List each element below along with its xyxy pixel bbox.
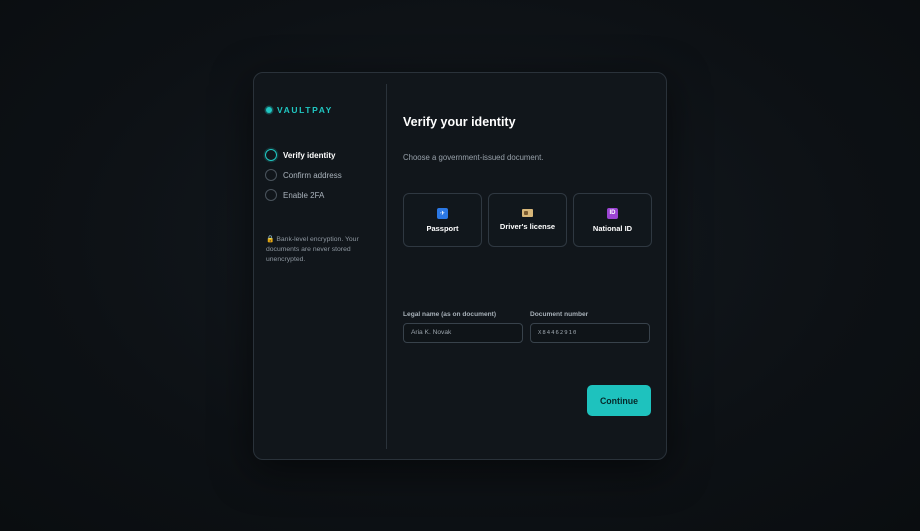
brand-dot-icon [266,107,272,113]
document-label: National ID [592,223,633,233]
document-option-national-id[interactable]: ID National ID [573,193,652,247]
id-card-icon [522,209,533,217]
sidebar: VAULTPAY Verify identity Confirm address… [254,73,387,459]
verification-card: VAULTPAY Verify identity Confirm address… [253,72,667,460]
continue-button[interactable]: Continue [587,385,651,416]
document-number-field-group: Document number [530,311,650,343]
step-list: Verify identity Confirm address Enable 2… [265,148,342,208]
page-subtitle: Choose a government-issued document. [403,153,544,162]
sidebar-divider [386,84,387,449]
document-number-label: Document number [530,311,589,318]
brand-name: VAULTPAY [277,105,333,115]
document-number-input[interactable] [530,323,650,343]
legal-name-field-group: Legal name (as on document) [403,311,523,343]
step-verify-identity[interactable]: Verify identity [265,148,342,162]
document-options: ✈ Passport Driver's license ID National … [403,193,652,247]
main-panel: Verify your identity Choose a government… [403,73,666,459]
document-label: Passport [426,223,459,233]
step-label: Enable 2FA [283,190,325,200]
document-label: Driver's license [499,222,556,231]
passport-icon: ✈ [437,207,448,219]
step-confirm-address[interactable]: Confirm address [265,168,342,182]
step-ring-icon [265,189,277,201]
step-enable-2fa[interactable]: Enable 2FA [265,188,342,202]
brand-logo: VAULTPAY [266,105,333,115]
legal-name-input[interactable] [403,322,523,343]
step-label: Confirm address [283,170,342,180]
step-ring-icon [265,149,277,161]
page-title: Verify your identity [403,115,516,129]
step-label: Verify identity [283,150,336,160]
document-option-passport[interactable]: ✈ Passport [403,193,482,247]
national-id-icon: ID [607,207,618,219]
document-option-drivers-license[interactable]: Driver's license [488,193,567,247]
step-ring-icon [265,169,277,181]
legal-name-label: Legal name (as on document) [403,311,497,318]
security-note: 🔒 Bank-level encryption. Your documents … [266,236,359,263]
